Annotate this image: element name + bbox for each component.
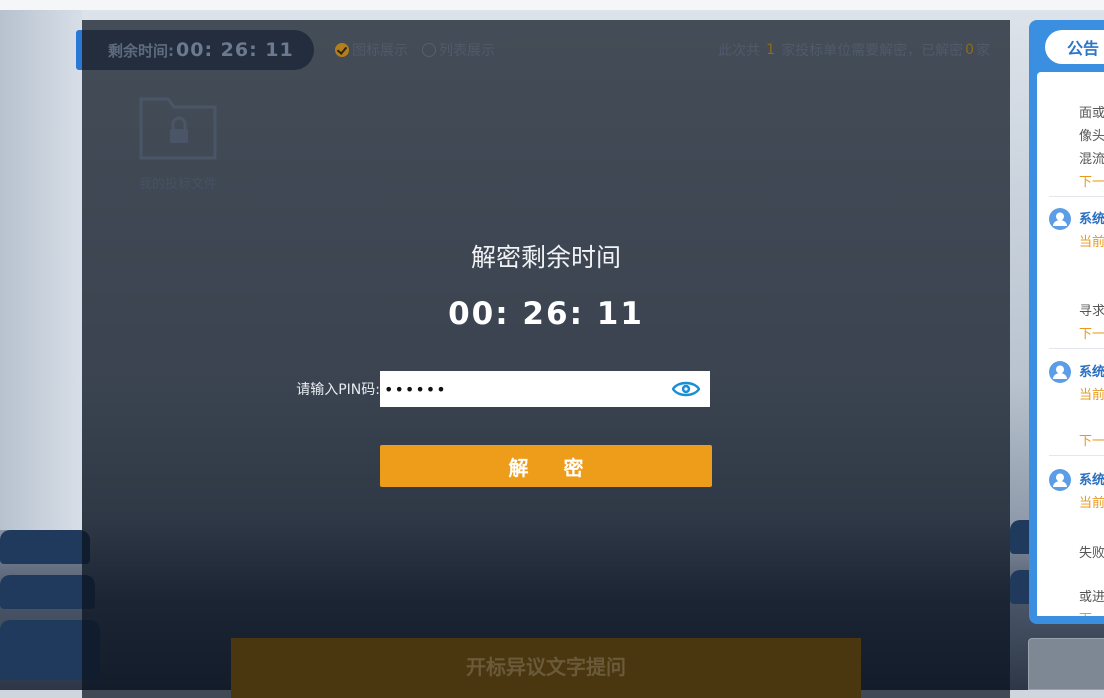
- notice-next-link[interactable]: 下一: [1079, 430, 1104, 449]
- notice-text: 寻求: [1079, 304, 1104, 319]
- notice-text: 混流: [1079, 152, 1104, 167]
- view-list-label: 列表展示: [439, 43, 495, 59]
- notice-divider: [1049, 348, 1104, 349]
- pin-label: 请输入PIN码:: [296, 382, 380, 398]
- pin-input[interactable]: [384, 372, 664, 406]
- hall-wall: [0, 10, 82, 530]
- avatar-icon: [1049, 361, 1071, 383]
- notice-tab[interactable]: 公告: [1045, 30, 1104, 64]
- decrypt-countdown: 00: 26: 11: [448, 296, 644, 332]
- count-suffix: 家: [976, 43, 990, 59]
- top-bar: 剩余时间: 00: 26: 11 图标展示 列表展示 此次共 1 家投标单位需要…: [82, 30, 1010, 70]
- eye-icon[interactable]: [672, 380, 700, 398]
- notice-divider: [1049, 196, 1104, 197]
- notice-sender: 系统: [1079, 365, 1104, 380]
- bid-objection-button[interactable]: 开标异议文字提问: [231, 638, 861, 698]
- notice-divider: [1049, 455, 1104, 456]
- radio-checked-icon: [335, 43, 349, 57]
- notice-text: 面或: [1079, 106, 1104, 121]
- seat-row: [0, 530, 90, 564]
- notice-text: 失败: [1079, 546, 1104, 561]
- view-icon-option[interactable]: 图标展示: [335, 40, 408, 60]
- notice-next-link[interactable]: 下一: [1079, 608, 1104, 616]
- right-side-button[interactable]: [1028, 638, 1104, 690]
- notice-status: 当前: [1079, 235, 1104, 250]
- avatar-icon: [1049, 469, 1071, 491]
- pin-field: [380, 371, 710, 407]
- notice-next-link[interactable]: 下一: [1079, 323, 1104, 342]
- count-total: 1: [766, 42, 776, 58]
- remaining-time-label: 剩余时间:: [108, 41, 174, 60]
- remaining-time-pill: 剩余时间: 00: 26: 11: [82, 30, 314, 70]
- decrypt-panel: 剩余时间: 00: 26: 11 图标展示 列表展示 此次共 1 家投标单位需要…: [76, 20, 1010, 698]
- notice-next-link[interactable]: 下一: [1079, 171, 1104, 190]
- decrypt-button[interactable]: 解 密: [380, 445, 712, 487]
- notice-text: 像头: [1079, 129, 1104, 144]
- decrypt-title: 解密剩余时间: [470, 243, 621, 272]
- notice-status: 当前: [1079, 388, 1104, 403]
- view-list-option[interactable]: 列表展示: [422, 40, 495, 60]
- decrypt-count-text: 此次共 1 家投标单位需要解密，已解密 0 家: [718, 30, 990, 70]
- radio-unchecked-icon: [422, 43, 436, 57]
- ceiling: [0, 0, 1104, 10]
- notice-sender: 系统: [1079, 473, 1104, 488]
- avatar-icon: [1049, 208, 1071, 230]
- view-mode-options: 图标展示 列表展示: [335, 30, 509, 70]
- count-prefix: 此次共: [718, 43, 761, 59]
- view-icon-label: 图标展示: [352, 43, 408, 59]
- seat-row: [0, 575, 95, 609]
- notice-text: 或进: [1079, 590, 1104, 605]
- count-done: 0: [965, 42, 974, 58]
- notice-status: 当前: [1079, 496, 1104, 511]
- pin-row: 请输入PIN码:: [280, 371, 710, 407]
- my-bid-file[interactable]: 我的投标文件: [138, 93, 218, 203]
- my-bid-file-caption: 我的投标文件: [138, 177, 217, 192]
- remaining-time-value: 00: 26: 11: [176, 39, 294, 61]
- count-middle: 家投标单位需要解密，已解密: [781, 43, 964, 59]
- notice-panel: 公告 面或 像头 混流 下一 系统 当前 寻求 下一 系统 当前 下一 系统 当…: [1029, 20, 1104, 624]
- lock-folder-icon: [139, 97, 217, 160]
- notice-body: 面或 像头 混流 下一 系统 当前 寻求 下一 系统 当前 下一 系统 当前 失…: [1037, 72, 1104, 616]
- notice-sender: 系统: [1079, 212, 1104, 227]
